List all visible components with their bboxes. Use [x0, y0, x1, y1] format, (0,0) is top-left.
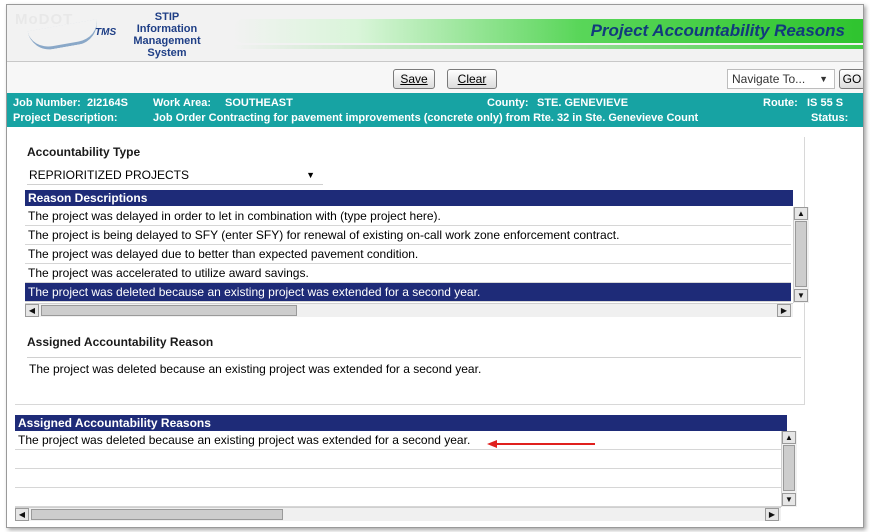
save-button[interactable]: Save [393, 69, 435, 89]
assigned-reason-text: The project was deleted because an exist… [27, 357, 801, 401]
system-name-line1: STIP [154, 11, 180, 23]
description-label: Project Description: [13, 112, 118, 124]
system-name: STIP Information Management System [117, 11, 217, 59]
logo-tms: TMS [95, 27, 117, 38]
assigned-reason-row[interactable] [15, 469, 781, 488]
clear-button[interactable]: Clear [447, 69, 497, 89]
accountability-type-select[interactable]: REPRIORITIZED PROJECTS ▼ [27, 165, 323, 185]
route-label: Route: [763, 97, 798, 109]
scroll-down-icon[interactable]: ▼ [782, 493, 796, 506]
system-name-line2: Information [136, 23, 198, 35]
assigned-vertical-scrollbar[interactable]: ▲ ▼ [781, 431, 797, 507]
reason-row[interactable]: The project was accelerated to utilize a… [25, 264, 791, 283]
app-window: MoDOT TMS STIP Information Management Sy… [6, 4, 864, 528]
save-button-label: Save [400, 72, 428, 86]
assigned-reasons-header: Assigned Accountability Reasons [15, 415, 787, 431]
scroll-thumb[interactable] [795, 221, 807, 287]
reason-row[interactable]: The project is being delayed to SFY (ent… [25, 226, 791, 245]
assigned-reason-row[interactable]: The project was deleted because an exist… [15, 431, 781, 450]
page-title: Project Accountability Reasons [590, 21, 845, 40]
county-value: STE. GENEVIEVE [537, 97, 629, 109]
navigate-to-select[interactable]: Navigate To... ▼ [727, 69, 835, 89]
accountability-type-label: Accountability Type [27, 145, 141, 159]
app-header: MoDOT TMS STIP Information Management Sy… [7, 5, 863, 61]
annotation-arrow-icon [487, 440, 595, 448]
accountability-type-value: REPRIORITIZED PROJECTS [29, 168, 190, 182]
route-value: IS 55 S [807, 97, 844, 109]
scroll-thumb[interactable] [41, 305, 297, 316]
job-number-label: Job Number: [13, 97, 81, 109]
chevron-down-icon: ▼ [819, 74, 828, 84]
clear-button-label: Clear [457, 72, 487, 86]
work-area-label: Work Area: [153, 97, 212, 109]
scroll-right-icon[interactable]: ▶ [765, 508, 779, 521]
system-name-line3: Management System [133, 35, 201, 59]
toolbar: Save Clear Navigate To... ▼ GO [7, 61, 863, 93]
scroll-up-icon[interactable]: ▲ [794, 207, 808, 220]
status-label: Status: [811, 112, 849, 124]
scroll-left-icon[interactable]: ◀ [25, 304, 39, 317]
navigate-to-value: Navigate To... [732, 72, 806, 86]
banner-underline [232, 45, 863, 49]
scroll-thumb[interactable] [31, 509, 283, 520]
scroll-up-icon[interactable]: ▲ [782, 431, 796, 444]
job-number-value: 2I2164S [87, 97, 128, 109]
reason-row[interactable]: The project was delayed due to better th… [25, 245, 791, 264]
chevron-down-icon: ▼ [306, 170, 315, 180]
accountability-panel: Accountability Type REPRIORITIZED PROJEC… [15, 137, 809, 405]
assigned-reason-row[interactable] [15, 450, 781, 469]
reasons-horizontal-scrollbar[interactable]: ◀ ▶ [25, 303, 793, 317]
assigned-horizontal-scrollbar[interactable]: ◀ ▶ [15, 507, 781, 521]
reason-row-selected[interactable]: The project was deleted because an exist… [25, 283, 791, 302]
assigned-reason-row[interactable] [15, 488, 781, 507]
scroll-thumb[interactable] [783, 445, 795, 491]
scroll-right-icon[interactable]: ▶ [777, 304, 791, 317]
reason-row[interactable]: The project was delayed in order to let … [25, 207, 791, 226]
assigned-reason-label: Assigned Accountability Reason [27, 335, 214, 349]
project-info-bar: Job Number: 2I2164S Work Area: SOUTHEAST… [7, 93, 863, 127]
scroll-down-icon[interactable]: ▼ [794, 289, 808, 302]
scroll-left-icon[interactable]: ◀ [15, 508, 29, 521]
modot-logo: MoDOT TMS [11, 11, 119, 53]
work-area-value: SOUTHEAST [225, 97, 293, 109]
description-value: Job Order Contracting for pavement impro… [153, 112, 699, 124]
county-label: County: [487, 97, 529, 109]
go-button[interactable]: GO [839, 69, 863, 89]
reasons-vertical-scrollbar[interactable]: ▲ ▼ [793, 207, 809, 303]
reason-descriptions-header: Reason Descriptions [25, 190, 793, 206]
